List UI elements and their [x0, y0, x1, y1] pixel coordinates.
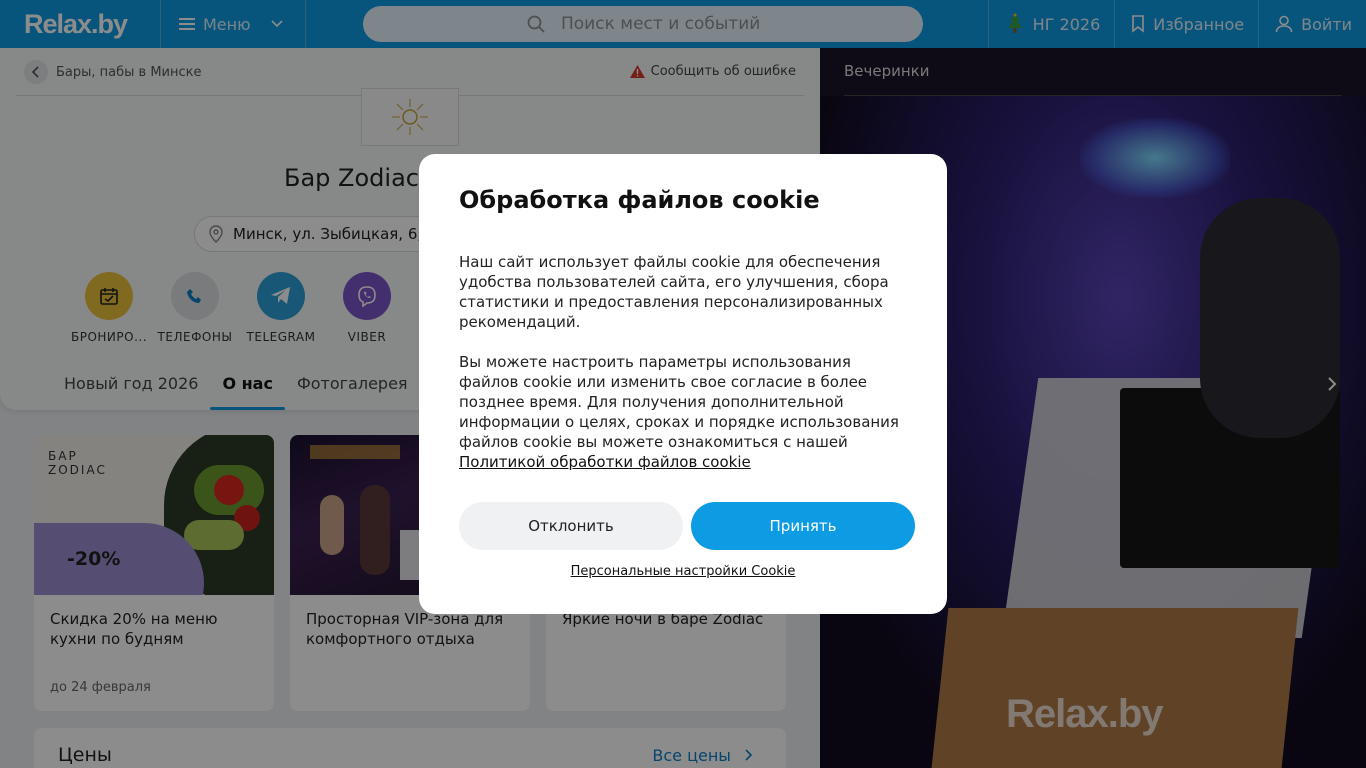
cookie-dialog: Обработка файлов cookie Наш сайт использ… — [419, 154, 947, 614]
cookie-text-2-body: Вы можете настроить параметры использова… — [459, 353, 899, 451]
cookie-title: Обработка файлов cookie — [459, 186, 820, 214]
cookie-policy-link[interactable]: Политикой обработки файлов cookie — [459, 453, 751, 471]
cookie-text-2: Вы можете настроить параметры использова… — [459, 352, 907, 472]
decline-button[interactable]: Отклонить — [459, 502, 683, 550]
cookie-settings-link[interactable]: Персональные настройки Cookie — [419, 564, 947, 579]
accept-button[interactable]: Принять — [691, 502, 915, 550]
cookie-text-1: Наш сайт использует файлы cookie для обе… — [459, 253, 889, 331]
